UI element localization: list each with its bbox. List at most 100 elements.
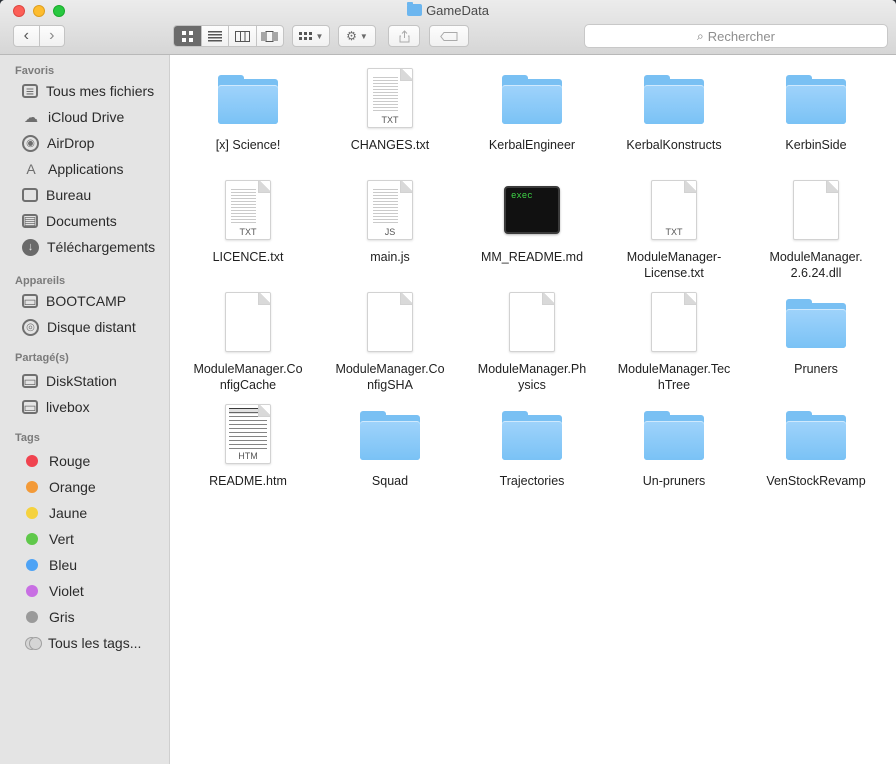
- folder-item[interactable]: Squad: [320, 396, 460, 506]
- columns-icon: [234, 30, 250, 42]
- file-item[interactable]: HTM README.htm: [178, 396, 318, 506]
- folder-icon: [218, 75, 278, 124]
- sidebar-item-label: livebox: [46, 399, 90, 415]
- navigation-buttons: ‹ ›: [13, 25, 65, 47]
- file-name-label: CHANGES.txt: [350, 138, 430, 152]
- folder-icon: [786, 299, 846, 348]
- file-item[interactable]: TXT CHANGES.txt: [320, 60, 460, 170]
- file-name-label: LICENCE.txt: [212, 250, 284, 264]
- sidebar-item-applications[interactable]: A Applications: [22, 158, 123, 180]
- tags-button[interactable]: [429, 25, 469, 47]
- file-item[interactable]: TXT LICENCE.txt: [178, 172, 318, 282]
- sidebar-item-tous-mes-fichiers[interactable]: ≡ Tous mes fichiers: [22, 80, 154, 102]
- folder-item[interactable]: VenStockRevamp: [746, 396, 886, 506]
- file-item[interactable]: ModuleManager.Co nfigSHA: [320, 284, 460, 394]
- file-item[interactable]: ModuleManager.Co nfigCache: [178, 284, 318, 394]
- sidebar-item-label: AirDrop: [47, 135, 95, 151]
- arrange-button[interactable]: ▼: [292, 25, 330, 47]
- file-item[interactable]: exec MM_README.md: [462, 172, 602, 282]
- file-name-label: ModuleManager. 2.6.24.dll: [769, 250, 863, 280]
- folder-icon: [644, 411, 704, 460]
- file-name-label: ModuleManager- License.txt: [626, 250, 722, 280]
- folder-item[interactable]: Un-pruners: [604, 396, 744, 506]
- file-name-label: MM_README.md: [480, 250, 584, 264]
- action-button[interactable]: ⚙ ▼: [338, 25, 376, 47]
- file-name-label: README.htm: [209, 474, 287, 488]
- file-item[interactable]: JS main.js: [320, 172, 460, 282]
- sidebar-item-documents[interactable]: ▤ Documents: [22, 210, 117, 232]
- sidebar-item-rouge[interactable]: Rouge: [22, 450, 90, 472]
- window-title: GameData: [0, 2, 896, 18]
- view-mode-selector: [173, 25, 284, 47]
- file-name-label: VenStockRevamp: [766, 474, 866, 488]
- sidebar-item-label: Bureau: [46, 187, 92, 203]
- sidebar-item-t-l-chargements[interactable]: ↓ Téléchargements: [22, 236, 155, 258]
- document-icon: [225, 292, 271, 352]
- sidebar-item-airdrop[interactable]: ◉ AirDrop: [22, 132, 94, 154]
- folder-item[interactable]: Pruners: [746, 284, 886, 394]
- sidebar-item-tous-les-tags[interactable]: Tous les tags...: [22, 632, 141, 654]
- exec-badge-text: exec: [511, 191, 533, 201]
- file-name-label: [x] Science!: [215, 138, 281, 152]
- file-icon-grid: [x] Science! TXT CHANGES.txt KerbalEngineer…: [171, 56, 896, 764]
- server-icon: ▭: [22, 372, 38, 389]
- tag-icon: [440, 31, 458, 41]
- share-button[interactable]: [388, 25, 420, 47]
- folder-item[interactable]: KerbinSide: [746, 60, 886, 170]
- sidebar-item-violet[interactable]: Violet: [22, 580, 84, 602]
- file-item[interactable]: ModuleManager. 2.6.24.dll: [746, 172, 886, 282]
- remote-disc-icon: ◎: [22, 318, 39, 336]
- document-icon: [367, 292, 413, 352]
- sidebar-section-header: Appareils: [15, 275, 66, 287]
- sidebar-item-label: Violet: [49, 583, 84, 599]
- grid-icon: [181, 30, 193, 42]
- all-tags-icon: [25, 637, 42, 650]
- folder-icon: [786, 411, 846, 460]
- folder-item[interactable]: [x] Science!: [178, 60, 318, 170]
- sidebar-item-diskstation[interactable]: ▭ DiskStation: [22, 370, 117, 392]
- search-icon: ⌕: [697, 28, 704, 43]
- sidebar-item-bootcamp[interactable]: ▭ BOOTCAMP: [22, 290, 126, 312]
- file-name-label: KerbalEngineer: [488, 138, 576, 152]
- file-item[interactable]: TXT ModuleManager- License.txt: [604, 172, 744, 282]
- sidebar-item-label: iCloud Drive: [48, 109, 125, 125]
- file-extension-label: TXT: [381, 115, 399, 125]
- column-view-button[interactable]: [229, 26, 257, 46]
- folder-item[interactable]: KerbalKonstructs: [604, 60, 744, 170]
- sidebar-item-disque-distant[interactable]: ◎ Disque distant: [22, 316, 136, 338]
- sidebar-item-icloud-drive[interactable]: ☁ iCloud Drive: [22, 106, 124, 128]
- file-item[interactable]: ModuleManager.Ph ysics: [462, 284, 602, 394]
- tag-color-dot-icon: [26, 533, 38, 545]
- sidebar-item-bureau[interactable]: Bureau: [22, 184, 91, 206]
- file-name-label: ModuleManager.Co nfigCache: [193, 362, 303, 392]
- cloud-icon: ☁: [24, 108, 38, 125]
- share-icon: [399, 29, 409, 42]
- file-extension-label: TXT: [239, 227, 257, 237]
- sidebar-item-jaune[interactable]: Jaune: [22, 502, 87, 524]
- file-name-label: Squad: [371, 474, 409, 488]
- coverflow-view-button[interactable]: [257, 26, 284, 46]
- sidebar-item-orange[interactable]: Orange: [22, 476, 96, 498]
- back-button[interactable]: ‹: [14, 26, 40, 46]
- folder-icon: [502, 411, 562, 460]
- folder-item[interactable]: Trajectories: [462, 396, 602, 506]
- sidebar-item-livebox[interactable]: ▭ livebox: [22, 396, 90, 418]
- icon-view-button[interactable]: [174, 26, 202, 46]
- file-name-label: Trajectories: [499, 474, 565, 488]
- toolbar: GameData ‹ › ▼ ⚙ ▼ ⌕ Rechercher: [0, 0, 896, 55]
- sidebar-item-vert[interactable]: Vert: [22, 528, 74, 550]
- document-icon: [651, 292, 697, 352]
- sidebar-item-label: Téléchargements: [47, 239, 156, 255]
- tag-color-dot-icon: [26, 455, 38, 467]
- list-view-button[interactable]: [202, 26, 229, 46]
- folder-icon: [360, 411, 420, 460]
- tag-color-dot-icon: [26, 559, 38, 571]
- html-document-icon: HTM: [225, 404, 271, 464]
- file-item[interactable]: ModuleManager.Tec hTree: [604, 284, 744, 394]
- sidebar-item-bleu[interactable]: Bleu: [22, 554, 77, 576]
- search-field[interactable]: ⌕ Rechercher: [584, 24, 888, 48]
- folder-item[interactable]: KerbalEngineer: [462, 60, 602, 170]
- forward-button[interactable]: ›: [40, 26, 65, 46]
- file-name-label: Un-pruners: [642, 474, 706, 488]
- sidebar-item-gris[interactable]: Gris: [22, 606, 75, 628]
